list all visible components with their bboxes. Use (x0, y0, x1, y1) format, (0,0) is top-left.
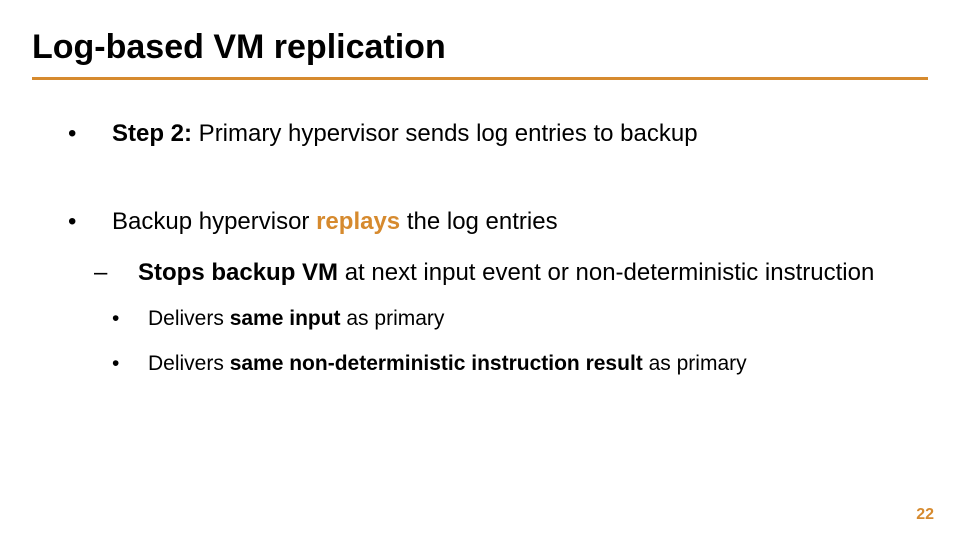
stops-post: at next input event or non-deterministic… (338, 259, 874, 286)
page-number: 22 (916, 506, 934, 524)
step2-text: Primary hypervisor sends log entries to … (192, 120, 698, 147)
subsubbullet-same-input: •Delivers same input as primary (90, 305, 918, 333)
si-post: as primary (341, 307, 445, 330)
si-emph: same input (230, 307, 341, 330)
subsubbullet-same-nd: •Delivers same non-deterministic instruc… (90, 350, 918, 378)
slide-body: •Step 2: Primary hypervisor sends log en… (32, 80, 928, 378)
backup-post: the log entries (400, 208, 557, 235)
nd-emph: same non-deterministic instruction resul… (230, 352, 643, 375)
backup-emph: replays (316, 208, 400, 235)
stops-emph: Stops backup VM (138, 259, 338, 286)
bullet-step2: •Step 2: Primary hypervisor sends log en… (90, 118, 918, 150)
dash-icon: – (116, 257, 138, 289)
bullet-backup: •Backup hypervisor replays the log entri… (90, 206, 918, 238)
slide: Log-based VM replication •Step 2: Primar… (0, 0, 960, 540)
bullet-icon: • (90, 206, 112, 238)
subbullet-stops: –Stops backup VM at next input event or … (90, 257, 918, 289)
bullet-icon: • (130, 350, 148, 378)
nd-pre: Delivers (148, 352, 230, 375)
si-pre: Delivers (148, 307, 230, 330)
nd-post: as primary (643, 352, 747, 375)
step2-label: Step 2: (112, 120, 192, 147)
bullet-icon: • (130, 305, 148, 333)
backup-pre: Backup hypervisor (112, 208, 316, 235)
bullet-icon: • (90, 118, 112, 150)
slide-title: Log-based VM replication (32, 28, 928, 67)
